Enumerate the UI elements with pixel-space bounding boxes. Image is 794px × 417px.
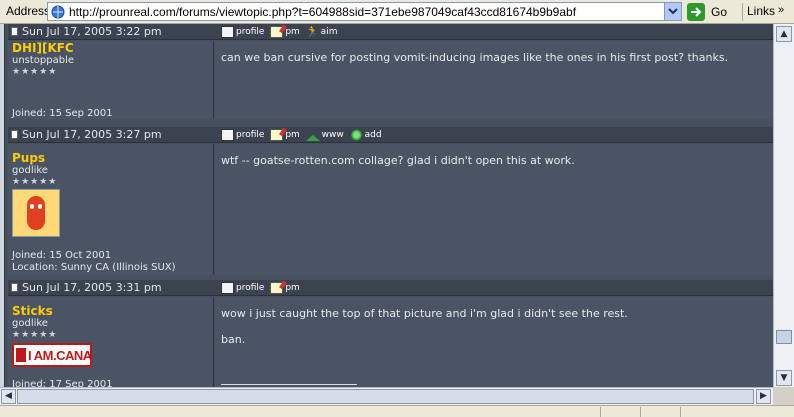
- add-icon: [349, 129, 363, 141]
- vertical-scroll-thumb[interactable]: [776, 330, 792, 344]
- www-icon: [305, 129, 320, 141]
- profile-icon: [221, 282, 234, 294]
- aim-button[interactable]: 🏃aim: [306, 24, 338, 40]
- post-page-icon: [11, 283, 18, 292]
- message-panel: wow i just caught the top of that pictur…: [215, 297, 773, 387]
- message-panel: can we ban cursive for posting vomit-ind…: [215, 41, 773, 119]
- address-label: Address: [6, 4, 51, 18]
- scroll-left-button[interactable]: ◀: [1, 389, 16, 404]
- post-date: Sun Jul 17, 2005 3:22 pm: [11, 25, 210, 38]
- user-panel: Pups godlike ★★★★★ Joined: 15 Oct 2001 L…: [8, 144, 214, 275]
- toolbar-divider: [742, 3, 743, 21]
- message-text: wow i just caught the top of that pictur…: [221, 307, 628, 320]
- join-date: Joined: 15 Sep 2001: [12, 108, 113, 119]
- post-header: Sun Jul 17, 2005 3:27 pm profile pm www …: [8, 127, 773, 143]
- post-actions: profile pm: [221, 280, 303, 296]
- user-rank: godlike: [12, 165, 48, 176]
- rank-stars: ★★★★★: [12, 67, 58, 77]
- pm-icon: [270, 129, 284, 141]
- status-divider: [680, 407, 681, 417]
- links-chevron-icon[interactable]: »: [778, 4, 784, 16]
- chevron-down-icon: [668, 8, 678, 15]
- horizontal-scrollbar[interactable]: ◀ ▶: [0, 387, 773, 405]
- post-header: Sun Jul 17, 2005 3:22 pm profile pm 🏃aim: [8, 24, 773, 40]
- user-location: Location: Sunny CA (Illinois SUX): [12, 262, 176, 273]
- pm-icon: [270, 26, 284, 38]
- message-text: can we ban cursive for posting vomit-ind…: [221, 51, 729, 64]
- url-dropdown-button[interactable]: [664, 3, 681, 20]
- maple-leaf-icon: [16, 348, 26, 362]
- avatar-eye: [38, 204, 42, 209]
- signature-divider: [221, 384, 357, 385]
- status-divider: [640, 407, 641, 417]
- username[interactable]: Pups: [12, 151, 45, 165]
- profile-button[interactable]: profile: [221, 127, 264, 143]
- profile-icon: [221, 129, 234, 141]
- user-avatar: [12, 189, 60, 237]
- post-date: Sun Jul 17, 2005 3:27 pm: [11, 128, 210, 141]
- scrollbar-corner: [773, 387, 794, 405]
- aim-icon: 🏃: [305, 25, 320, 38]
- username[interactable]: DHI][KFC: [12, 41, 74, 55]
- add-button[interactable]: add: [349, 127, 382, 143]
- profile-button[interactable]: profile: [221, 24, 264, 40]
- page-left-border: [0, 24, 5, 387]
- post-page-icon: [11, 130, 18, 139]
- user-rank: unstoppable: [12, 55, 75, 66]
- status-bar: [0, 405, 794, 417]
- pm-button[interactable]: pm: [270, 24, 300, 40]
- post-date: Sun Jul 17, 2005 3:31 pm: [11, 281, 210, 294]
- url-text: http://prounreal.com/forums/viewtopic.ph…: [69, 5, 577, 19]
- scroll-right-button[interactable]: ▶: [756, 389, 771, 404]
- rank-stars: ★★★★★: [12, 330, 58, 340]
- post-page-icon: [11, 27, 18, 36]
- vertical-scrollbar[interactable]: ▲ ▼: [773, 24, 794, 387]
- username[interactable]: Sticks: [12, 304, 53, 318]
- post-actions: profile pm 🏃aim: [221, 24, 340, 40]
- pm-icon: [270, 282, 284, 294]
- horizontal-scroll-thumb[interactable]: [17, 389, 754, 404]
- message-text: wtf -- goatse-rotten.com collage? glad i…: [221, 154, 575, 167]
- join-date: Joined: 15 Oct 2001: [12, 250, 112, 261]
- rank-stars: ★★★★★: [12, 177, 58, 187]
- message-text: ban.: [221, 333, 246, 346]
- scroll-up-button[interactable]: ▲: [776, 26, 792, 42]
- go-arrow-icon: [687, 3, 705, 21]
- badge-text: I AM.CANADIAN: [28, 348, 92, 363]
- profile-button[interactable]: profile: [221, 280, 264, 296]
- pm-button[interactable]: pm: [270, 127, 300, 143]
- user-panel: Sticks godlike ★★★★★ I AM.CANADIAN Joine…: [8, 297, 214, 390]
- status-divider: [600, 407, 601, 417]
- avatar-figure: [27, 196, 45, 230]
- user-rank: godlike: [12, 318, 48, 329]
- user-panel: DHI][KFC unstoppable ★★★★★ Joined: 15 Se…: [8, 41, 214, 119]
- avatar-eye: [30, 204, 34, 209]
- page-icon: [51, 5, 65, 19]
- signature-image: I AM.CANADIAN: [12, 343, 92, 367]
- links-button[interactable]: Links: [747, 4, 775, 18]
- profile-icon: [221, 26, 234, 38]
- go-label: Go: [711, 5, 728, 19]
- scroll-down-button[interactable]: ▼: [776, 370, 792, 386]
- message-panel: wtf -- goatse-rotten.com collage? glad i…: [215, 144, 773, 275]
- address-bar: Address http://prounreal.com/forums/view…: [0, 0, 794, 24]
- post-actions: profile pm www add: [221, 127, 385, 143]
- go-button[interactable]: Go: [687, 2, 737, 22]
- pm-button[interactable]: pm: [270, 280, 300, 296]
- post-header: Sun Jul 17, 2005 3:31 pm profile pm: [8, 280, 773, 296]
- www-button[interactable]: www: [305, 127, 344, 143]
- page-viewport: Sun Jul 17, 2005 3:22 pm profile pm 🏃aim…: [0, 24, 794, 417]
- url-field[interactable]: http://prounreal.com/forums/viewtopic.ph…: [47, 2, 682, 21]
